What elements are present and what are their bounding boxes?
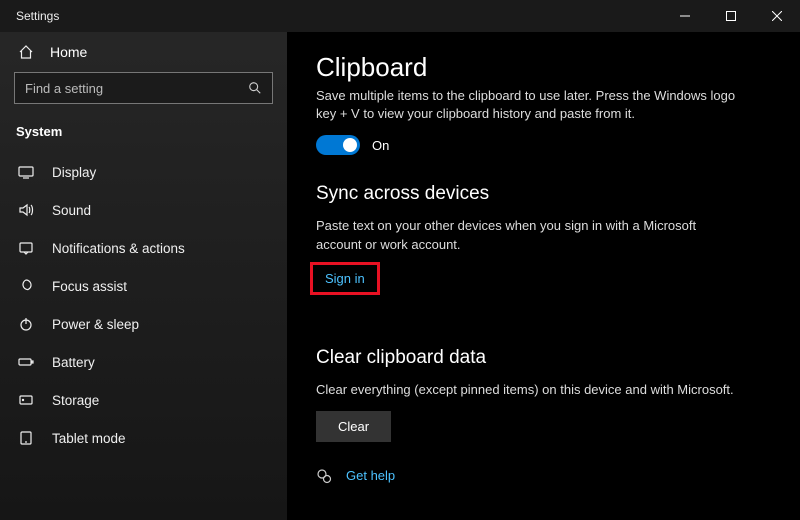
battery-icon (18, 354, 34, 370)
sidebar-item-storage[interactable]: Storage (0, 381, 287, 419)
titlebar: Settings (0, 0, 800, 32)
clear-heading: Clear clipboard data (316, 347, 780, 369)
sidebar-item-power-sleep[interactable]: Power & sleep (0, 305, 287, 343)
history-description: Save multiple items to the clipboard to … (316, 87, 736, 123)
notifications-icon (18, 240, 34, 256)
sidebar-item-label: Focus assist (52, 279, 127, 294)
power-icon (18, 316, 34, 332)
clipboard-history-toggle[interactable] (316, 135, 360, 155)
clear-description: Clear everything (except pinned items) o… (316, 381, 736, 399)
content-pane: Clipboard Save multiple items to the cli… (288, 32, 800, 520)
sidebar-item-display[interactable]: Display (0, 153, 287, 191)
toggle-state-label: On (372, 138, 389, 153)
sidebar-item-sound[interactable]: Sound (0, 191, 287, 229)
sidebar-item-label: Storage (52, 393, 99, 408)
sign-in-link[interactable]: Sign in (325, 271, 365, 286)
sound-icon (18, 202, 34, 218)
home-label: Home (50, 44, 87, 60)
window-controls (662, 0, 800, 32)
category-label: System (0, 118, 287, 153)
sidebar-item-notifications[interactable]: Notifications & actions (0, 229, 287, 267)
search-box[interactable] (14, 72, 273, 104)
help-icon (316, 468, 332, 484)
search-icon (248, 81, 262, 95)
sidebar-item-label: Notifications & actions (52, 241, 185, 256)
maximize-button[interactable] (708, 0, 754, 32)
sidebar-item-label: Power & sleep (52, 317, 139, 332)
search-input[interactable] (25, 81, 248, 96)
get-help-link[interactable]: Get help (346, 468, 395, 483)
sidebar-item-label: Battery (52, 355, 95, 370)
sidebar-item-focus-assist[interactable]: Focus assist (0, 267, 287, 305)
minimize-button[interactable] (662, 0, 708, 32)
sidebar-item-label: Sound (52, 203, 91, 218)
window-title: Settings (0, 9, 59, 23)
display-icon (18, 164, 34, 180)
sidebar: Home System Display Sound Notifications … (0, 32, 288, 520)
close-button[interactable] (754, 0, 800, 32)
sync-description: Paste text on your other devices when yo… (316, 217, 736, 253)
home-icon (18, 44, 34, 60)
tablet-icon (18, 430, 34, 446)
storage-icon (18, 392, 34, 408)
page-heading: Clipboard (316, 52, 780, 83)
sidebar-item-tablet-mode[interactable]: Tablet mode (0, 419, 287, 457)
sidebar-item-label: Tablet mode (52, 431, 126, 446)
sidebar-item-label: Display (52, 165, 96, 180)
sidebar-item-battery[interactable]: Battery (0, 343, 287, 381)
sync-heading: Sync across devices (316, 183, 780, 205)
sign-in-highlight: Sign in (310, 262, 380, 295)
home-nav[interactable]: Home (0, 36, 287, 72)
focus-assist-icon (18, 278, 34, 294)
clear-button[interactable]: Clear (316, 411, 391, 442)
